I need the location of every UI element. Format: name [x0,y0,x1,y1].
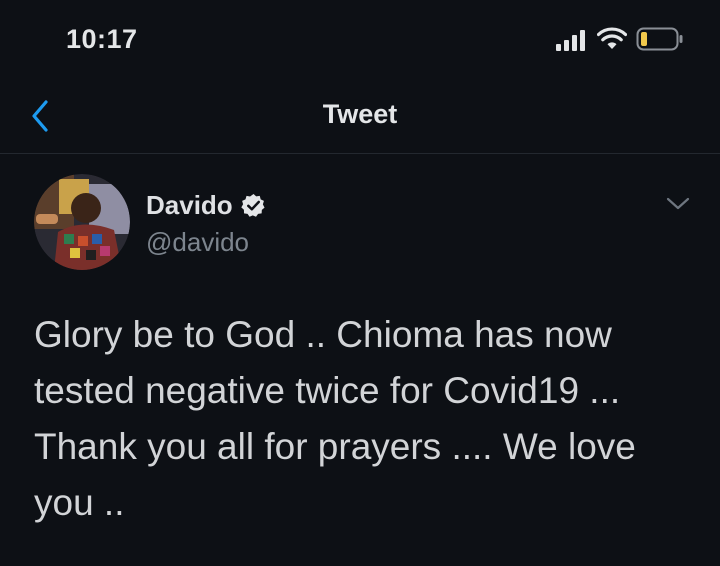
avatar-image [34,174,130,270]
status-bar: 10:17 [0,0,720,80]
wifi-icon [597,27,627,49]
author-handle[interactable]: @davido [146,227,249,258]
page-title: Tweet [322,99,398,129]
chevron-down-icon [666,197,690,210]
verified-badge-icon [241,194,265,217]
more-options-button[interactable] [664,194,692,214]
navigation-bar: Tweet [0,80,720,154]
tweet-card: Davido @davido Glory be to God .. Chioma… [0,154,720,566]
author-name-text: Davido [146,190,233,220]
avatar[interactable] [34,174,130,270]
author-name[interactable]: Davido [146,190,266,221]
signal-icon [556,30,585,51]
battery-icon [636,27,683,51]
status-time: 10:17 [66,24,138,54]
tweet-text: Glory be to God .. Chioma has now tested… [34,314,636,523]
